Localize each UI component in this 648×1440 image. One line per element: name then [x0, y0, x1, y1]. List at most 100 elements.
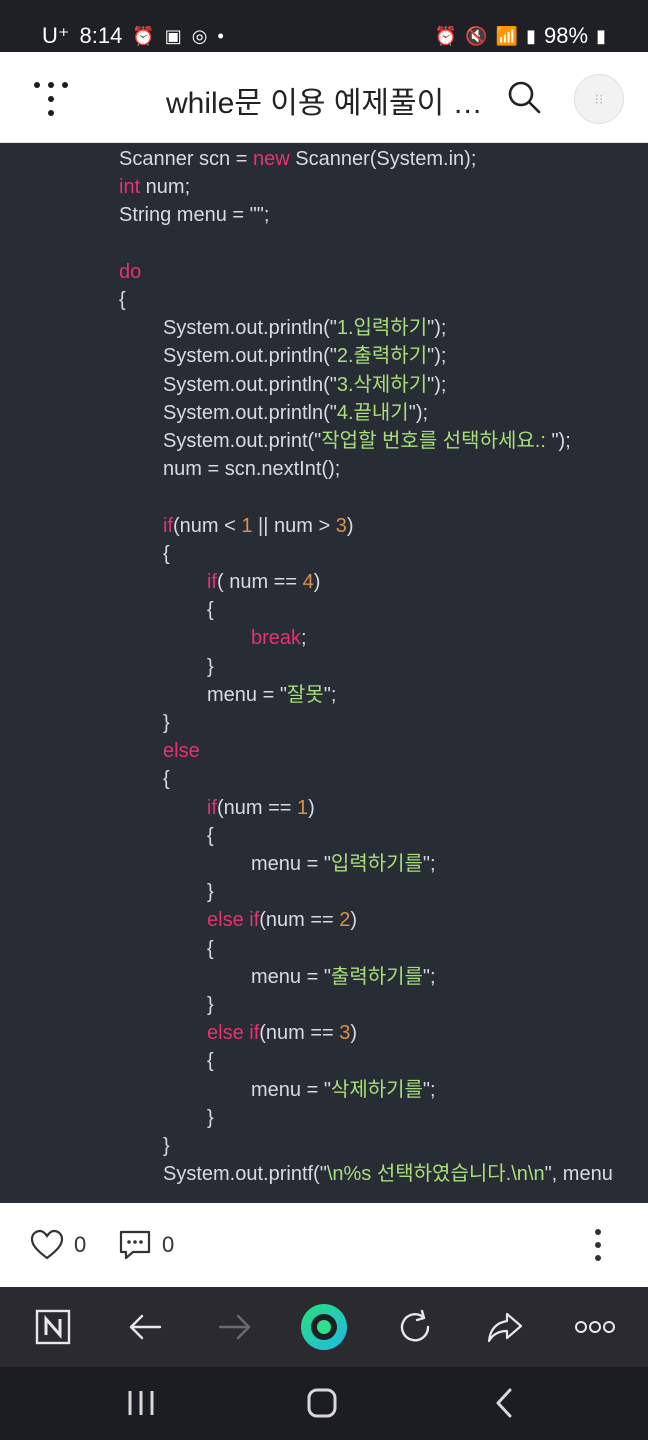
reload-icon[interactable]	[389, 1301, 441, 1353]
code-token: System.out.println("	[163, 373, 337, 396]
status-bar: U⁺ 8:14 ⏰ ▣ ◎ • ⏰ 🔇 📶 ▮ 98% ▮	[0, 0, 648, 52]
code-token: {	[207, 937, 214, 960]
code-token: {	[163, 768, 170, 791]
app-header: while문 이용 예제풀이 … ⁝⁝	[0, 52, 648, 143]
code-token: )	[350, 909, 358, 932]
code-line: break;	[251, 624, 307, 652]
system-nav-bar	[0, 1367, 648, 1440]
code-token: ( num ==	[217, 571, 303, 593]
code-token: )	[313, 571, 321, 593]
code-token: menu = "	[207, 683, 287, 706]
code-token: menu = "	[251, 1078, 331, 1101]
code-block: Scanner scn = new Scanner(System.in); int…	[0, 143, 648, 1203]
battery-icon: ▮	[596, 26, 606, 46]
code-line: System.out.println("4.끝내기");	[163, 399, 428, 427]
code-line: {	[207, 935, 214, 963]
code-token: ";	[323, 683, 337, 706]
code-token: }	[163, 712, 170, 734]
comment-button[interactable]: 0	[118, 1229, 174, 1261]
code-line: {	[163, 540, 170, 568]
code-token: }	[207, 881, 214, 904]
like-count: 0	[74, 1232, 87, 1257]
code-token: {	[119, 289, 126, 311]
mute-icon: 🔇	[465, 26, 488, 46]
code-line: if(num == 1)	[207, 794, 315, 822]
alarm-icon: ⏰	[434, 26, 458, 46]
code-token: ");	[551, 430, 571, 452]
code-token: 3	[335, 514, 347, 537]
code-token: 1.입력하기	[336, 317, 428, 340]
forward-icon[interactable]	[209, 1301, 261, 1353]
code-token: ");	[408, 401, 429, 424]
code-line: int num;	[119, 173, 190, 201]
code-token: Scanner scn =	[119, 148, 253, 170]
code-line: {	[207, 822, 214, 850]
home-nav-icon[interactable]	[306, 1387, 338, 1424]
code-token: ");	[427, 317, 447, 340]
code-token: 3	[339, 1022, 351, 1045]
code-token: break	[251, 627, 302, 650]
code-line: menu = "잘못";	[207, 681, 336, 709]
comment-icon	[119, 1230, 151, 1260]
search-icon[interactable]	[507, 80, 541, 114]
code-token: ";	[422, 1078, 436, 1101]
back-nav-icon[interactable]	[492, 1387, 516, 1424]
code-line: }	[207, 991, 214, 1019]
back-icon[interactable]	[119, 1301, 171, 1353]
code-token: {	[163, 542, 170, 565]
battery-label: 98%	[544, 23, 589, 48]
code-token: )	[346, 514, 354, 537]
overflow-icon[interactable]	[569, 1301, 621, 1353]
code-token: 3.삭제하기	[336, 373, 428, 396]
code-token: }	[207, 1106, 214, 1129]
menu-icon[interactable]	[34, 82, 68, 116]
code-token: ");	[427, 373, 447, 396]
code-line: if(num < 1 || num > 3)	[163, 512, 353, 540]
code-token: 2.출력하기	[336, 345, 428, 368]
code-token: }	[207, 994, 214, 1016]
code-token: if	[207, 796, 217, 819]
heart-icon	[30, 1229, 64, 1260]
share-icon[interactable]	[479, 1301, 531, 1353]
home-icon[interactable]	[298, 1301, 350, 1353]
naver-icon[interactable]	[27, 1301, 79, 1353]
code-line: if( num == 4)	[207, 568, 320, 596]
time-label: 8:14	[79, 23, 123, 48]
code-token: )	[308, 796, 315, 819]
code-line: {	[207, 1047, 214, 1075]
recent-apps-icon[interactable]	[126, 1389, 156, 1422]
page-title: while문 이용 예제풀이 …	[166, 87, 483, 120]
code-token: 출력하기를	[330, 965, 423, 988]
code-line: Scanner scn = new Scanner(System.in);	[119, 145, 476, 173]
code-token: }	[207, 655, 214, 678]
code-token: }	[163, 1135, 170, 1157]
code-line: System.out.printf("\n%s 선택하였습니다.\n\n", m…	[163, 1160, 613, 1188]
code-token: 4.끝내기	[336, 401, 409, 424]
like-button[interactable]: 0	[30, 1229, 86, 1261]
code-line: else if(num == 3)	[207, 1019, 357, 1047]
code-token: {	[207, 1050, 214, 1073]
code-token: 작업할 번호를 선택하세요.:	[321, 430, 552, 452]
code-line: {	[119, 286, 126, 314]
code-token: 1	[241, 514, 253, 537]
more-icon[interactable]	[588, 1227, 608, 1263]
code-token: ");	[427, 345, 447, 368]
code-token: int	[119, 176, 141, 199]
code-token: Scanner(System.in);	[289, 148, 477, 170]
code-line: }	[163, 1132, 170, 1160]
code-line: do	[119, 258, 141, 286]
action-bar: 0 0	[0, 1203, 648, 1287]
code-token: (num ==	[259, 1022, 340, 1045]
carrier-label: U⁺	[42, 23, 70, 48]
browser-toolbar	[0, 1287, 648, 1367]
code-token: num = scn.nextInt();	[163, 458, 341, 481]
code-line: System.out.print("작업할 번호를 선택하세요.: ");	[163, 427, 571, 455]
code-line: num = scn.nextInt();	[163, 455, 340, 483]
code-token: {	[207, 599, 214, 622]
code-token: if	[163, 514, 173, 537]
profile-icon[interactable]: ⁝⁝	[574, 74, 624, 124]
code-token: String menu = "";	[119, 204, 270, 227]
code-token: \n%s 선택하였습니다.\n\n	[326, 1163, 545, 1186]
wifi-icon: 📶	[495, 26, 519, 46]
code-line: else if(num == 2)	[207, 906, 357, 934]
